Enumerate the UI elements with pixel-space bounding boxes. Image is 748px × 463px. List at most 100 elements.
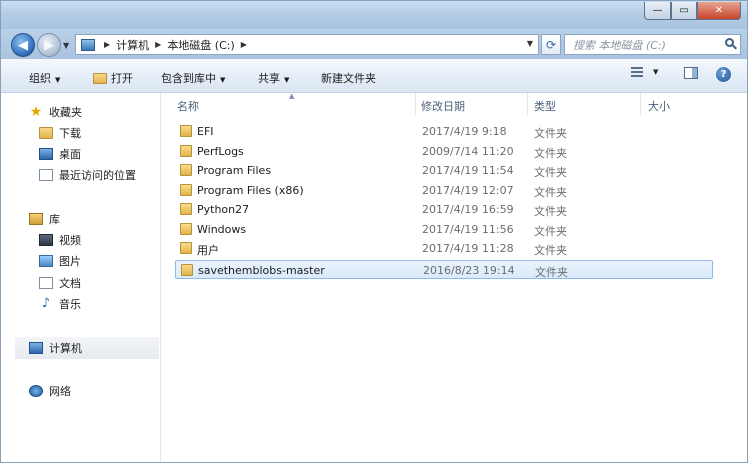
folder-icon — [180, 184, 192, 196]
sidebar-item-videos[interactable]: 视频 — [39, 229, 81, 251]
file-row-selected[interactable]: savethemblobs-master 2016/8/23 19:14 文件夹 — [175, 260, 713, 279]
file-modified: 2017/4/19 12:07 — [422, 184, 514, 197]
chevron-right-icon[interactable]: ▶ — [155, 40, 161, 49]
folder-icon — [180, 223, 192, 235]
file-name: 用户 — [197, 244, 219, 257]
computer-icon — [29, 342, 43, 354]
folder-open-icon — [93, 72, 107, 84]
sidebar-item-label: 桌面 — [59, 148, 81, 161]
document-icon — [39, 277, 53, 289]
sidebar-item-recent-places[interactable]: 最近访问的位置 — [39, 164, 136, 186]
file-row[interactable]: EFI 2017/4/19 9:18 文件夹 — [175, 122, 713, 141]
chevron-down-icon: ▼ — [220, 76, 226, 84]
new-folder-button[interactable]: 新建文件夹 — [321, 70, 376, 86]
forward-arrow-icon: ▶ — [44, 37, 54, 53]
close-button[interactable]: ✕ — [697, 2, 741, 20]
folder-icon — [180, 145, 192, 157]
chevron-down-icon: ▼ — [55, 76, 61, 84]
breadcrumb-local-disk[interactable]: 本地磁盘 (C:) — [167, 37, 234, 53]
folder-icon — [180, 164, 192, 176]
file-row[interactable]: Windows 2017/4/19 11:56 文件夹 — [175, 220, 713, 239]
file-modified: 2017/4/19 11:56 — [422, 223, 514, 236]
refresh-button[interactable]: ⟳ — [541, 34, 561, 55]
search-input[interactable] — [571, 36, 725, 55]
refresh-icon: ⟳ — [545, 37, 557, 52]
organize-button[interactable]: 组织 ▼ — [29, 70, 60, 86]
include-in-library-label: 包含到库中 — [161, 72, 216, 85]
file-row[interactable]: Program Files (x86) 2017/4/19 12:07 文件夹 — [175, 181, 713, 200]
column-divider[interactable] — [415, 93, 416, 115]
file-row[interactable]: Python27 2017/4/19 16:59 文件夹 — [175, 200, 713, 219]
file-row[interactable]: 用户 2017/4/19 11:28 文件夹 — [175, 239, 713, 258]
file-name: Program Files — [197, 164, 272, 177]
search-box — [564, 34, 741, 55]
share-button[interactable]: 共享 ▼ — [258, 70, 289, 86]
back-button[interactable]: ◀ — [11, 33, 35, 57]
file-row[interactable]: PerfLogs 2009/7/14 11:20 文件夹 — [175, 142, 713, 161]
search-icon[interactable] — [725, 38, 734, 47]
sidebar-item-network[interactable]: 网络 — [29, 380, 71, 402]
help-icon: ? — [716, 67, 731, 82]
sidebar-item-computer[interactable]: 计算机 — [15, 337, 159, 359]
minimize-button[interactable]: — — [644, 2, 671, 20]
column-header-type[interactable]: 类型 — [534, 98, 556, 114]
computer-icon — [81, 38, 95, 51]
sidebar-item-label: 网络 — [49, 385, 71, 398]
sidebar-item-label: 库 — [49, 213, 60, 226]
sidebar-item-desktop[interactable]: 桌面 — [39, 143, 81, 165]
chevron-right-icon[interactable]: ▶ — [241, 40, 247, 49]
recent-pages-dropdown[interactable]: ▼ — [63, 41, 69, 50]
back-arrow-icon: ◀ — [18, 37, 28, 53]
sidebar-item-music[interactable]: ♪ 音乐 — [39, 293, 81, 315]
file-type: 文件夹 — [534, 244, 567, 257]
sidebar-item-label: 视频 — [59, 234, 81, 247]
sidebar-item-label: 最近访问的位置 — [59, 169, 136, 182]
share-label: 共享 — [258, 72, 280, 85]
column-divider[interactable] — [640, 93, 641, 115]
file-type: 文件夹 — [535, 266, 568, 279]
music-note-icon: ♪ — [41, 296, 51, 311]
sidebar-item-libraries[interactable]: 库 — [29, 208, 60, 230]
open-button[interactable]: 打开 — [93, 70, 133, 86]
file-name: Windows — [197, 223, 247, 236]
sidebar-item-label: 计算机 — [49, 342, 82, 355]
chevron-down-icon[interactable]: ▼ — [527, 39, 533, 48]
file-name: savethemblobs-master — [198, 264, 325, 277]
preview-pane-button[interactable] — [684, 67, 698, 79]
new-folder-label: 新建文件夹 — [321, 72, 376, 85]
command-bar: 组织 ▼ 打开 包含到库中 ▼ 共享 ▼ 新建文件夹 ▼ ? — [1, 59, 747, 93]
sidebar-item-label: 图片 — [59, 255, 81, 268]
sidebar-item-label: 收藏夹 — [49, 106, 82, 119]
sidebar-item-favorites[interactable]: ★ 收藏夹 — [29, 101, 82, 123]
column-header-name[interactable]: 名称 — [177, 98, 199, 114]
sort-ascending-icon: ▲ — [289, 92, 295, 100]
chevron-right-icon[interactable]: ▶ — [104, 40, 110, 49]
sidebar-item-pictures[interactable]: 图片 — [39, 250, 81, 272]
column-header-size[interactable]: 大小 — [648, 98, 670, 114]
picture-icon — [39, 255, 53, 267]
download-folder-icon — [39, 127, 53, 139]
breadcrumb-computer[interactable]: 计算机 — [116, 37, 149, 53]
file-modified: 2009/7/14 11:20 — [422, 145, 514, 158]
sidebar-item-downloads[interactable]: 下载 — [39, 122, 81, 144]
file-list: ▲ 名称 修改日期 类型 大小 EFI 2017/4/19 9:18 文件夹 P… — [161, 92, 747, 462]
sidebar-item-documents[interactable]: 文档 — [39, 272, 81, 294]
file-type: 文件夹 — [534, 225, 567, 238]
view-options-button[interactable]: ▼ — [631, 67, 658, 77]
view-list-icon — [631, 67, 643, 77]
address-bar[interactable]: ▶ 计算机 ▶ 本地磁盘 (C:) ▶ ▼ — [75, 34, 539, 55]
file-type: 文件夹 — [534, 127, 567, 140]
column-divider[interactable] — [527, 93, 528, 115]
folder-icon — [180, 242, 192, 254]
column-header-modified[interactable]: 修改日期 — [421, 98, 465, 114]
maximize-button[interactable]: ▭ — [671, 2, 697, 20]
sidebar-item-label: 下载 — [59, 127, 81, 140]
include-in-library-button[interactable]: 包含到库中 ▼ — [161, 70, 225, 86]
file-type: 文件夹 — [534, 166, 567, 179]
folder-icon — [181, 264, 193, 276]
title-bar[interactable]: — ▭ ✕ — [1, 1, 747, 29]
file-row[interactable]: Program Files 2017/4/19 11:54 文件夹 — [175, 161, 713, 180]
forward-button[interactable]: ▶ — [37, 33, 61, 57]
folder-icon — [180, 125, 192, 137]
help-button[interactable]: ? — [716, 67, 731, 82]
